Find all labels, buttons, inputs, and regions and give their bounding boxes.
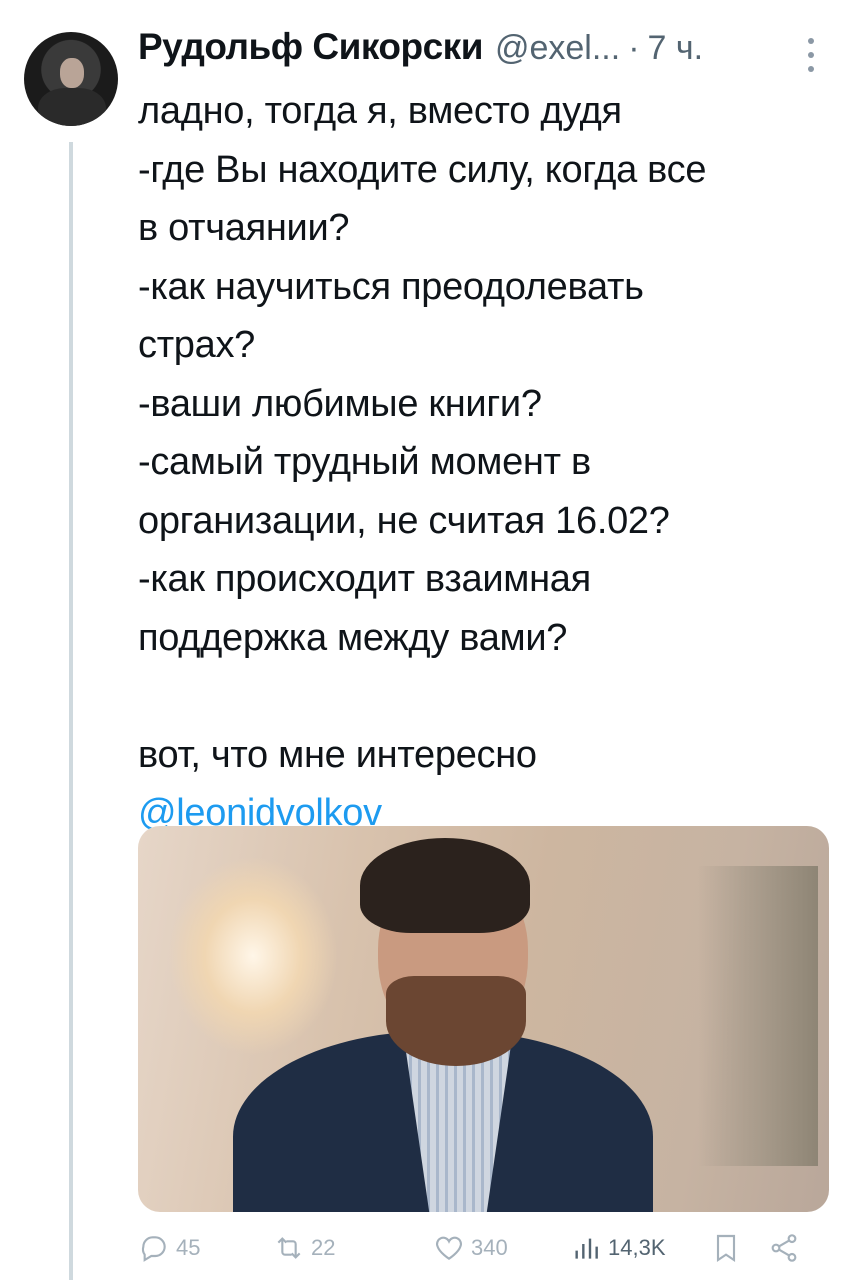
- bookmark-icon: [716, 1234, 736, 1262]
- author-name[interactable]: Рудольф Сикорски: [138, 26, 483, 68]
- more-dot: [808, 38, 814, 44]
- photo-background: [698, 866, 818, 1166]
- like-count: 340: [471, 1235, 508, 1260]
- retweet-icon: [277, 1237, 301, 1259]
- tweet-line: страх?: [138, 324, 256, 366]
- views-bar-chart-icon: [575, 1238, 598, 1259]
- tweet-line: -где Вы находите силу, когда все: [138, 148, 707, 191]
- heart-icon: [436, 1236, 462, 1260]
- avatar[interactable]: [24, 32, 118, 126]
- reply-icon: [141, 1236, 166, 1262]
- photo-person-beard: [386, 976, 526, 1066]
- tweet-timestamp[interactable]: 7 ч.: [648, 29, 704, 68]
- tweet-closing-line: вот, что мне интересно: [138, 733, 537, 776]
- thread-connector-line: [69, 142, 73, 1280]
- tweet-line: -как научиться преодолевать: [138, 265, 644, 308]
- tweet-line: в отчаянии?: [138, 207, 350, 249]
- more-dot: [808, 66, 814, 72]
- photo-lamp: [168, 856, 338, 1056]
- reply-button[interactable]: 45: [138, 1232, 200, 1264]
- views-button[interactable]: 14,3K: [570, 1232, 666, 1264]
- tweet-line: ладно, тогда я, вместо дудя: [138, 90, 622, 132]
- tweet-line: -самый трудный момент в: [138, 441, 591, 483]
- photo-person-hair: [360, 838, 530, 933]
- tweet-line: поддержка между вами?: [138, 616, 568, 659]
- reply-count: 45: [176, 1235, 201, 1260]
- tweet-line: -как происходит взаимная: [138, 558, 591, 600]
- bookmark-button[interactable]: [710, 1232, 742, 1264]
- share-button[interactable]: [768, 1232, 800, 1264]
- tweet-line: -ваши любимые книги?: [138, 382, 542, 425]
- tweet-media-image[interactable]: [138, 826, 829, 1212]
- like-button[interactable]: 340: [433, 1232, 508, 1264]
- tweet-text: ладно, тогда я, вместо дудя -где Вы нахо…: [138, 82, 828, 843]
- retweet-count: 22: [311, 1235, 336, 1260]
- separator-dot: ·: [628, 29, 640, 67]
- more-vertical-icon[interactable]: [806, 38, 816, 72]
- more-dot: [808, 52, 814, 58]
- retweet-button[interactable]: 22: [273, 1232, 335, 1264]
- tweet-actions: 45 22 340 14,3K: [138, 1228, 828, 1268]
- author-handle[interactable]: @exel...: [495, 29, 620, 68]
- views-count: 14,3K: [608, 1235, 666, 1260]
- avatar-figure-body: [38, 88, 106, 126]
- tweet-header: Рудольф Сикорски @exel... · 7 ч.: [138, 26, 838, 68]
- share-icon: [771, 1234, 797, 1262]
- tweet-line: организации, не считая 16.02?: [138, 499, 670, 542]
- avatar-figure-face: [60, 58, 84, 88]
